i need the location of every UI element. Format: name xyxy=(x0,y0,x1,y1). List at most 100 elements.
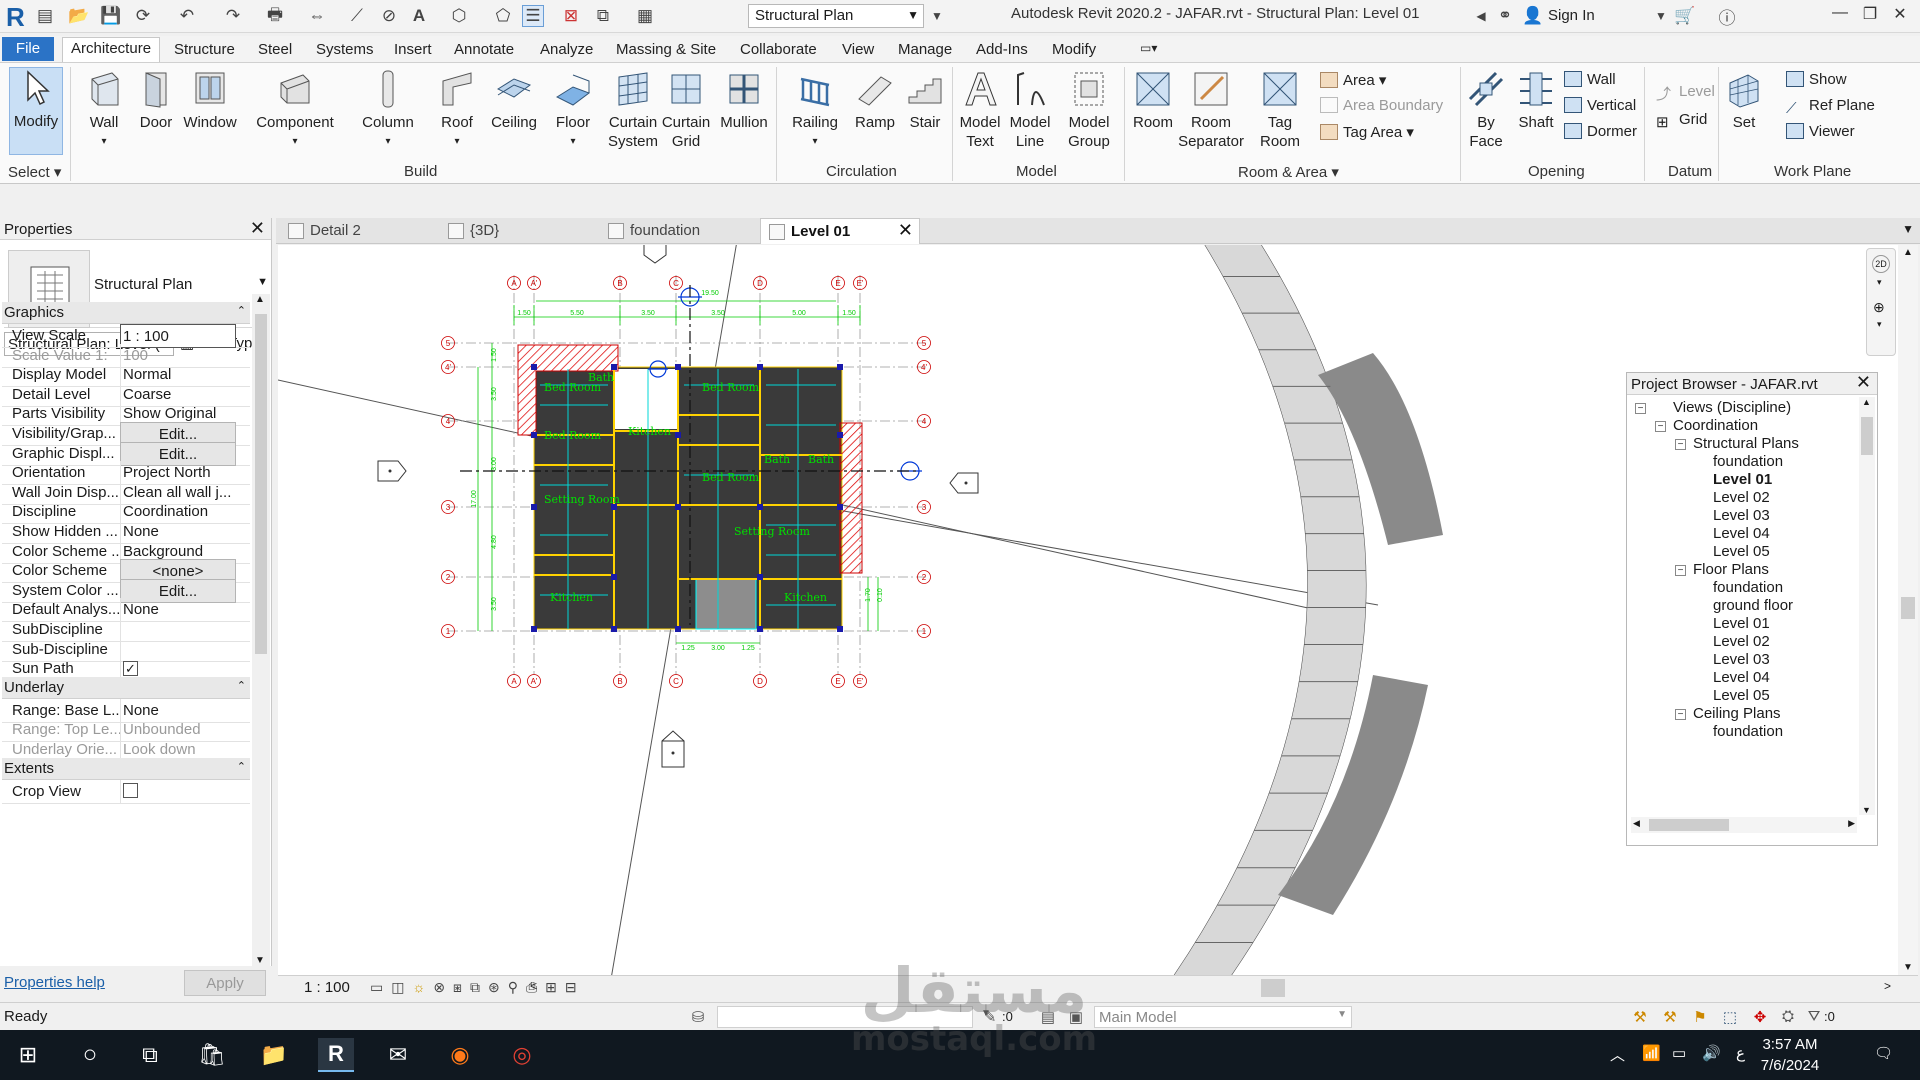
chrome-icon[interactable]: ◎ xyxy=(504,1038,540,1072)
design-option-combo[interactable]: Main Model ▼ xyxy=(1094,1006,1352,1028)
viewer-button[interactable]: Viewer xyxy=(1786,123,1855,140)
cart-icon[interactable]: 🛒 xyxy=(1674,5,1696,27)
switch-windows-icon[interactable]: ⧉ xyxy=(592,5,614,27)
file-explorer-icon[interactable]: 📁 xyxy=(256,1038,292,1072)
close-icon[interactable]: ✕ xyxy=(250,218,265,239)
windows-start-icon[interactable]: ⊞ xyxy=(10,1038,46,1072)
shadows-icon[interactable]: ⊗ xyxy=(433,979,453,995)
tree-collapse-toggle[interactable]: − xyxy=(1675,565,1686,576)
wall-button[interactable]: Wall ▾ xyxy=(80,69,128,151)
browser-item[interactable]: Level 04 xyxy=(1713,669,1770,686)
browser-item[interactable]: Level 02 xyxy=(1713,633,1770,650)
component-button[interactable]: Component ▾ xyxy=(252,69,338,151)
clock[interactable]: 3:57 AM 7/6/2024 xyxy=(1744,1034,1836,1076)
3d-view-icon[interactable]: ⬡ xyxy=(448,5,470,27)
wheel-dropdown-icon[interactable]: ▾ xyxy=(1877,277,1882,288)
browser-item[interactable]: Level 03 xyxy=(1713,651,1770,668)
tree-collapse-toggle[interactable]: − xyxy=(1675,709,1686,720)
crop-view-icon[interactable]: ⧆ xyxy=(453,979,470,995)
temporary-hide-icon[interactable]: ⊛ xyxy=(488,979,508,995)
browser-item[interactable]: Coordination xyxy=(1673,417,1758,434)
browser-horizontal-scrollbar[interactable]: ◀ ▶ xyxy=(1631,817,1857,833)
steering-wheel-icon[interactable]: 2D xyxy=(1872,255,1890,273)
tab-level-01[interactable]: Level 01 ✕ xyxy=(760,218,920,244)
browser-item[interactable]: foundation xyxy=(1713,579,1783,596)
collapse-icon[interactable]: ⌃ xyxy=(237,760,246,773)
level-button[interactable]: ⤴ Level xyxy=(1656,83,1715,103)
grid-button[interactable]: ⊞ Grid xyxy=(1656,111,1707,131)
task-view-icon[interactable]: ⧉ xyxy=(132,1038,168,1072)
store-icon[interactable]: 🛍 xyxy=(194,1038,230,1072)
tab-foundation[interactable]: foundation xyxy=(600,218,760,244)
highlight-displacement-icon[interactable]: ⊟ xyxy=(565,979,585,995)
scroll-down-icon[interactable]: ▼ xyxy=(1862,805,1871,815)
qat-customize-icon[interactable]: ▼ xyxy=(926,5,948,27)
window-button[interactable]: Window xyxy=(180,69,240,132)
select-pinned-icon[interactable]: ⚑ xyxy=(1690,1008,1710,1026)
browser-item[interactable]: Views (Discipline) xyxy=(1673,399,1791,416)
mail-icon[interactable]: ✉ xyxy=(380,1038,416,1072)
redo-icon[interactable]: ↷ xyxy=(222,5,244,27)
browser-item[interactable]: Level 03 xyxy=(1713,507,1770,524)
print-icon[interactable]: 🖶 xyxy=(264,5,286,27)
scroll-up-icon[interactable]: ▲ xyxy=(1862,397,1871,407)
panel-room-area-label[interactable]: Room & Area ▾ xyxy=(1238,163,1339,181)
filter-icon[interactable]: ⛛ xyxy=(1804,1008,1824,1026)
scroll-up-icon[interactable]: ▲ xyxy=(255,294,265,305)
view-type-combo[interactable]: Structural Plan ▼ xyxy=(748,4,924,28)
tab-systems[interactable]: Systems xyxy=(316,39,374,60)
recent-files-icon[interactable]: ▤ xyxy=(34,5,56,27)
browser-item[interactable]: Ceiling Plans xyxy=(1693,705,1781,722)
browser-item[interactable]: Level 01 xyxy=(1713,615,1770,632)
measure-icon[interactable]: ⇔ xyxy=(306,5,328,27)
tag-icon[interactable]: ⊘ xyxy=(378,5,400,27)
view-scale[interactable]: 1 : 100 xyxy=(304,979,350,996)
ribbon-minimize-icon[interactable]: ▭▾ xyxy=(1140,39,1157,57)
scroll-left-icon[interactable]: ◀ xyxy=(1633,818,1640,829)
select-links-icon[interactable]: ⚒ xyxy=(1630,1008,1650,1026)
curtain-system-button[interactable]: Curtain System xyxy=(604,69,662,151)
tray-overflow-icon[interactable]: ︿ xyxy=(1610,1044,1625,1065)
tag-area-button[interactable]: Tag Area ▾ xyxy=(1320,123,1414,141)
by-face-button[interactable]: By Face xyxy=(1466,69,1506,151)
user-icon[interactable]: 👤 xyxy=(1522,5,1544,27)
property-group-underlay[interactable]: Underlay ⌃ xyxy=(2,676,250,699)
model-text-button[interactable]: Model Text xyxy=(956,69,1004,151)
area-boundary-button[interactable]: Area Boundary xyxy=(1320,97,1443,114)
show-work-plane-button[interactable]: Show xyxy=(1786,71,1847,88)
tab-3d[interactable]: {3D} xyxy=(440,218,600,244)
tab-analyze[interactable]: Analyze xyxy=(540,39,593,60)
tab-steel[interactable]: Steel xyxy=(258,39,292,60)
model-group-button[interactable]: Model Group xyxy=(1060,69,1118,151)
browser-item[interactable]: Floor Plans xyxy=(1693,561,1769,578)
worksets-icon[interactable]: ⛁ xyxy=(688,1008,708,1026)
scroll-right-icon[interactable]: ▶ xyxy=(1848,818,1855,829)
tree-collapse-toggle[interactable]: − xyxy=(1675,439,1686,450)
mullion-button[interactable]: Mullion xyxy=(716,69,772,132)
scroll-down-icon[interactable]: ▼ xyxy=(1903,962,1913,973)
crop-view-checkbox[interactable] xyxy=(123,782,138,798)
network-icon[interactable]: 📶 xyxy=(1642,1044,1661,1062)
navigation-bar[interactable]: 2D ▾ ⊕ ▾ xyxy=(1866,248,1896,356)
section-icon[interactable]: ⬠ xyxy=(492,5,514,27)
tab-file[interactable]: File xyxy=(2,37,54,61)
column-button[interactable]: Column ▾ xyxy=(358,69,418,151)
collapse-icon[interactable]: ⌃ xyxy=(237,304,246,317)
tab-manage[interactable]: Manage xyxy=(898,39,952,60)
wall-opening-button[interactable]: Wall xyxy=(1564,71,1616,88)
set-work-plane-button[interactable]: Set xyxy=(1724,69,1764,132)
stair-button[interactable]: Stair xyxy=(904,69,946,132)
close-tab-icon[interactable]: ✕ xyxy=(898,220,913,241)
curtain-grid-button[interactable]: Curtain Grid xyxy=(660,69,712,151)
browser-item[interactable]: Level 05 xyxy=(1713,687,1770,704)
browser-scrollbar[interactable]: ▲ ▼ xyxy=(1859,397,1875,815)
tab-massing-site[interactable]: Massing & Site xyxy=(616,39,716,60)
room-button[interactable]: Room xyxy=(1130,69,1176,132)
model-line-button[interactable]: Model Line xyxy=(1006,69,1054,151)
background-processes-icon[interactable]: ⛭ xyxy=(1778,1008,1798,1026)
show-crop-icon[interactable]: ⧉ xyxy=(470,979,488,995)
browser-item[interactable]: Level 02 xyxy=(1713,489,1770,506)
tab-insert[interactable]: Insert xyxy=(394,39,432,60)
tree-collapse-toggle[interactable]: − xyxy=(1655,421,1666,432)
minimize-button[interactable]: — xyxy=(1824,4,1856,28)
